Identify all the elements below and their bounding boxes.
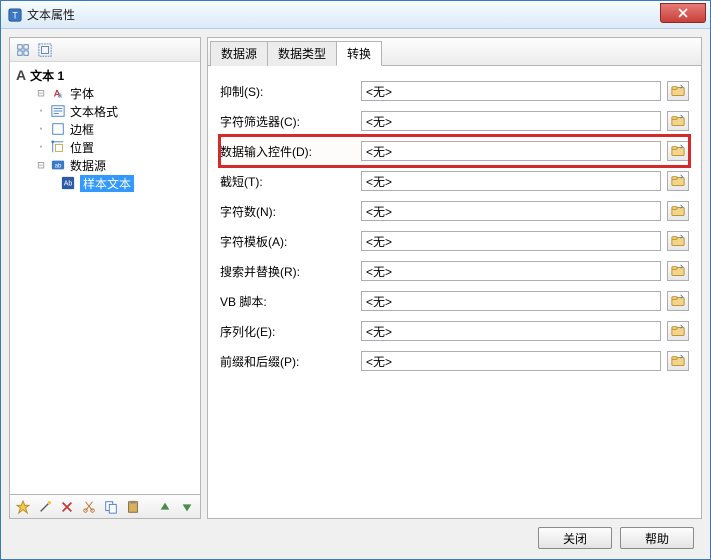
select-object-icon[interactable]	[14, 41, 32, 59]
field-browse-button[interactable]	[667, 261, 689, 281]
field-label: 字符筛选器(C):	[220, 113, 355, 130]
field-input[interactable]	[361, 261, 661, 281]
field-browse-button[interactable]	[667, 141, 689, 161]
datasource-icon: ab	[50, 157, 66, 173]
new-icon[interactable]	[14, 498, 32, 516]
field-browse-button[interactable]	[667, 201, 689, 221]
field-label: VB 脚本:	[220, 293, 355, 310]
position-icon	[50, 139, 66, 155]
wand-icon[interactable]	[36, 498, 54, 516]
panels: A 文本 1 ⊟ Aa 字体 · 文本格式	[9, 37, 702, 519]
tree-item-label: 字体	[70, 85, 94, 102]
field-browse-button[interactable]	[667, 351, 689, 371]
tree-item-datasource[interactable]: ⊟ ab 数据源	[12, 156, 198, 174]
dialog-window: T 文本属性	[0, 0, 711, 560]
dialog-footer: 关闭 帮助	[9, 519, 702, 551]
field-label: 数据输入控件(D):	[220, 143, 355, 160]
right-panel: 数据源 数据类型 转换 抑制(S): 字符筛选器(C): 数据输入控件(D): 截短(…	[207, 37, 702, 519]
form-row: 抑制(S):	[220, 76, 689, 106]
svg-text:a: a	[58, 92, 62, 99]
field-label: 前缀和后缀(P):	[220, 353, 355, 370]
field-input[interactable]	[361, 351, 661, 371]
tree-item-position[interactable]: · 位置	[12, 138, 198, 156]
tree-item-text-format[interactable]: · 文本格式	[12, 102, 198, 120]
tab-label: 数据源	[221, 47, 257, 61]
field-browse-button[interactable]	[667, 291, 689, 311]
svg-text:Ab: Ab	[64, 181, 73, 188]
field-browse-button[interactable]	[667, 171, 689, 191]
tree-item-label: 边框	[70, 121, 94, 138]
field-browse-button[interactable]	[667, 111, 689, 131]
field-label: 截短(T):	[220, 173, 355, 190]
tab-label: 转换	[347, 47, 371, 61]
window-close-button[interactable]	[660, 3, 706, 23]
tree-item-font[interactable]: ⊟ Aa 字体	[12, 84, 198, 102]
svg-text:ab: ab	[55, 163, 62, 170]
field-browse-button[interactable]	[667, 231, 689, 251]
tab-datatype[interactable]: 数据类型	[267, 41, 337, 66]
format-icon	[50, 103, 66, 119]
field-label: 字符数(N):	[220, 203, 355, 220]
text-a-icon: A	[16, 67, 26, 83]
svg-text:T: T	[12, 10, 18, 20]
field-input[interactable]	[361, 201, 661, 221]
window-title: 文本属性	[27, 6, 660, 23]
font-icon: Aa	[50, 85, 66, 101]
move-up-icon[interactable]	[156, 498, 174, 516]
left-panel: A 文本 1 ⊟ Aa 字体 · 文本格式	[9, 37, 201, 519]
copy-icon[interactable]	[102, 498, 120, 516]
field-label: 序列化(E):	[220, 323, 355, 340]
field-browse-button[interactable]	[667, 81, 689, 101]
field-input[interactable]	[361, 291, 661, 311]
tree-item-label: 位置	[70, 139, 94, 156]
close-button[interactable]: 关闭	[538, 527, 612, 549]
tree-root[interactable]: A 文本 1	[12, 66, 198, 84]
form-row: 前缀和后缀(P):	[220, 346, 689, 376]
paste-icon[interactable]	[124, 498, 142, 516]
field-input[interactable]	[361, 321, 661, 341]
field-browse-button[interactable]	[667, 321, 689, 341]
field-input[interactable]	[361, 111, 661, 131]
field-label: 字符模板(A):	[220, 233, 355, 250]
tree-item-label: 文本格式	[70, 103, 118, 120]
delete-icon[interactable]	[58, 498, 76, 516]
help-button[interactable]: 帮助	[620, 527, 694, 549]
tree-item-border[interactable]: · 边框	[12, 120, 198, 138]
tree-container: A 文本 1 ⊟ Aa 字体 · 文本格式	[9, 37, 201, 495]
field-label: 抑制(S):	[220, 83, 355, 100]
group-icon[interactable]	[36, 41, 54, 59]
left-toolbar-top	[10, 38, 200, 62]
tree-root-label: 文本 1	[30, 67, 64, 84]
app-icon: T	[7, 7, 23, 23]
form-area: 抑制(S): 字符筛选器(C): 数据输入控件(D): 截短(T): 字符数(N): 字符…	[208, 66, 701, 518]
form-row: 字符筛选器(C):	[220, 106, 689, 136]
dialog-body: A 文本 1 ⊟ Aa 字体 · 文本格式	[1, 29, 710, 559]
field-input[interactable]	[361, 141, 661, 161]
form-row: 字符模板(A):	[220, 226, 689, 256]
field-input[interactable]	[361, 171, 661, 191]
tree-item-sample-text[interactable]: Ab 样本文本	[12, 174, 198, 192]
tab-datasource[interactable]: 数据源	[210, 41, 268, 66]
form-row: 序列化(E):	[220, 316, 689, 346]
field-label: 搜索并替换(R):	[220, 263, 355, 280]
tab-bar: 数据源 数据类型 转换	[208, 38, 701, 66]
sample-text-icon: Ab	[60, 175, 76, 191]
tab-transform[interactable]: 转换	[336, 41, 382, 66]
tree-item-label: 样本文本	[80, 175, 134, 192]
field-input[interactable]	[361, 231, 661, 251]
cut-icon[interactable]	[80, 498, 98, 516]
form-row: 字符数(N):	[220, 196, 689, 226]
border-icon	[50, 121, 66, 137]
tab-label: 数据类型	[278, 47, 326, 61]
form-row: 数据输入控件(D):	[220, 136, 689, 166]
titlebar: T 文本属性	[1, 1, 710, 29]
form-row: 截短(T):	[220, 166, 689, 196]
field-input[interactable]	[361, 81, 661, 101]
form-row: VB 脚本:	[220, 286, 689, 316]
object-tree[interactable]: A 文本 1 ⊟ Aa 字体 · 文本格式	[10, 62, 200, 494]
left-toolbar-bottom	[9, 495, 201, 519]
move-down-icon[interactable]	[178, 498, 196, 516]
tree-item-label: 数据源	[70, 157, 106, 174]
form-row: 搜索并替换(R):	[220, 256, 689, 286]
